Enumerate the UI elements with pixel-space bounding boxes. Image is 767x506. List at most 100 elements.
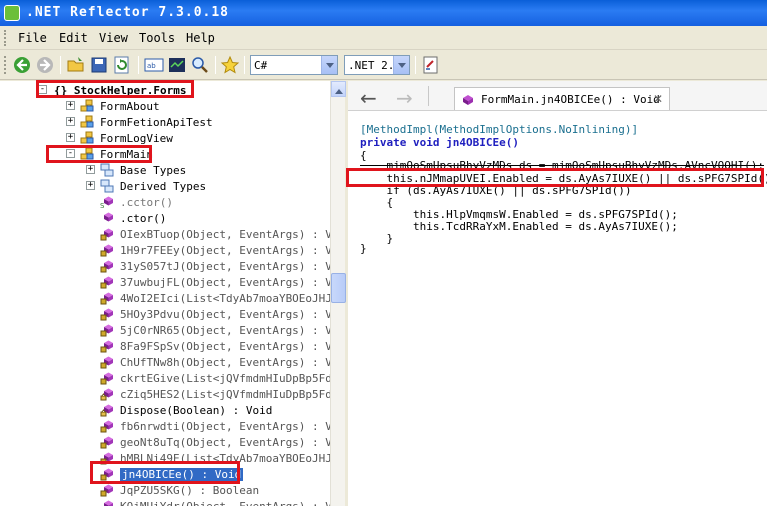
toolbar-separator: [215, 56, 216, 74]
method-protected-icon: [100, 387, 114, 401]
method-private-icon: [100, 499, 114, 506]
tree-node-label: FormAbout: [100, 100, 160, 113]
method-icon: [100, 211, 114, 225]
toolbar-grip: [4, 56, 7, 74]
method-private-icon: [100, 323, 114, 337]
basetypes-icon: [100, 163, 114, 177]
method-private-icon: [100, 355, 114, 369]
tree-node[interactable]: ChUfTNw8h(Object, EventArgs) : Void: [0, 354, 344, 370]
scroll-thumb[interactable]: [331, 273, 346, 303]
tree-node-label: .ctor(): [120, 212, 167, 225]
tree-node-label: geoNt8uTq(Object, EventArgs) : Void: [120, 436, 345, 449]
options-icon[interactable]: [421, 55, 441, 75]
method-private-icon: [100, 371, 114, 385]
language-value: C#: [254, 59, 268, 72]
tree-node-label: ChUfTNw8h(Object, EventArgs) : Void: [120, 356, 345, 369]
menu-bar: File Edit View Tools Help: [0, 26, 767, 50]
tree-node-label: ckrtEGive(List<jQVfmdmHIuDpBp5FdaqX>: [120, 372, 345, 385]
tree-node-label: 4WoI2EIci(List<TdyAb7moaYBOEoJHJwK>: [120, 292, 345, 305]
toolbar-separator: [415, 56, 416, 74]
class-icon: [80, 115, 94, 129]
window-title: .NET Reflector 7.3.0.18: [26, 5, 230, 20]
tree-node[interactable]: + Base Types: [0, 162, 330, 178]
tree-vertical-scrollbar[interactable]: [330, 81, 346, 506]
method-protected-icon: [100, 403, 114, 417]
tree-node[interactable]: geoNt8uTq(Object, EventArgs) : Void: [0, 434, 344, 450]
tree-node[interactable]: JqPZU5SKG() : Boolean: [0, 482, 330, 498]
menu-view[interactable]: View: [99, 31, 128, 45]
highlight-namespace: [36, 80, 194, 98]
tree-node-label: .cctor(): [120, 196, 173, 209]
bookmark-star-icon[interactable]: [220, 55, 240, 75]
tree-node[interactable]: 31yS057tJ(Object, EventArgs) : Void: [0, 258, 344, 274]
menu-grip: [4, 30, 7, 46]
highlight-formmain: [46, 145, 152, 163]
tree-node[interactable]: ckrtEGive(List<jQVfmdmHIuDpBp5FdaqX>: [0, 370, 344, 386]
analyzer-icon[interactable]: [167, 55, 187, 75]
tree-node-label: 1H9r7FEEy(Object, EventArgs) : Void: [120, 244, 345, 257]
expand-icon[interactable]: +: [66, 133, 75, 142]
menu-tools[interactable]: Tools: [139, 31, 175, 45]
tree-node[interactable]: 8Fa9FSpSv(Object, EventArgs) : Void: [0, 338, 344, 354]
tab-formmain-method[interactable]: FormMain.jn4OBICEe() : Void ✕: [454, 87, 670, 110]
nav-back-arrow-icon[interactable]: ←: [360, 86, 377, 110]
code-line: }: [360, 242, 367, 255]
tree-node[interactable]: 4WoI2EIci(List<TdyAb7moaYBOEoJHJwK>: [0, 290, 344, 306]
tab-label: FormMain.jn4OBICEe() : Void: [481, 93, 660, 106]
tree-node[interactable]: 1H9r7FEEy(Object, EventArgs) : Void: [0, 242, 344, 258]
code-line: {: [360, 196, 394, 209]
tree-node[interactable]: Dispose(Boolean) : Void: [0, 402, 330, 418]
back-icon[interactable]: [12, 55, 32, 75]
reflector-app-icon: [4, 5, 20, 21]
language-combo[interactable]: C#: [250, 55, 338, 75]
open-icon[interactable]: [66, 55, 86, 75]
tree-node-label: 37uwbujFL(Object, EventArgs) : Void: [120, 276, 345, 289]
tree-node[interactable]: S .cctor(): [0, 194, 330, 210]
tree-node[interactable]: KOjMUiYdr(Object, EventArgs) : Void: [0, 498, 344, 506]
tree-node[interactable]: 5HOy3Pdvu(Object, EventArgs) : Void: [0, 306, 344, 322]
forward-icon[interactable]: [35, 55, 55, 75]
menu-edit[interactable]: Edit: [59, 31, 88, 45]
method-private-icon: [100, 307, 114, 321]
tree-node[interactable]: + FormLogView: [0, 130, 330, 146]
dropdown-icon[interactable]: [321, 56, 337, 74]
tree-node-label: Dispose(Boolean) : Void: [120, 404, 273, 417]
abc-icon[interactable]: ab: [144, 55, 164, 75]
tree-node-label: 5HOy3Pdvu(Object, EventArgs) : Void: [120, 308, 345, 321]
nav-forward-arrow-icon[interactable]: →: [396, 86, 413, 110]
method-private-icon: [100, 243, 114, 257]
framework-combo[interactable]: .NET 2.0: [344, 55, 410, 75]
method-private-icon: [100, 435, 114, 449]
method-private-icon: [100, 275, 114, 289]
tree-node[interactable]: .ctor(): [0, 210, 330, 226]
search-icon[interactable]: [190, 55, 210, 75]
close-icon[interactable]: ✕: [653, 92, 663, 106]
tree-node-label: 5jC0rNR65(Object, EventArgs) : Void: [120, 324, 345, 337]
tree-node[interactable]: 37uwbujFL(Object, EventArgs) : Void: [0, 274, 344, 290]
tree-node[interactable]: 5jC0rNR65(Object, EventArgs) : Void: [0, 322, 344, 338]
tree-node[interactable]: + Derived Types: [0, 178, 330, 194]
svg-text:S: S: [100, 202, 105, 209]
tree-node[interactable]: cZiq5HES2(List<jQVfmdmHIuDpBp5FdaqX>: [0, 386, 344, 402]
tree-node[interactable]: + FormFetionApiTest: [0, 114, 330, 130]
tree-node-label: FormLogView: [100, 132, 173, 145]
save-icon[interactable]: [89, 55, 109, 75]
tree-node[interactable]: + FormAbout: [0, 98, 330, 114]
method-static-icon: S: [100, 195, 114, 210]
tree-node[interactable]: OIexBTuop(Object, EventArgs) : Void: [0, 226, 344, 242]
menu-help[interactable]: Help: [186, 31, 215, 45]
tree-node-label: 31yS057tJ(Object, EventArgs) : Void: [120, 260, 345, 273]
tree-node-label: 8Fa9FSpSv(Object, EventArgs) : Void: [120, 340, 345, 353]
expand-icon[interactable]: +: [66, 117, 75, 126]
scroll-up-arrow-icon[interactable]: [331, 81, 346, 97]
code-line: private void jn4OBICEe(): [360, 136, 519, 149]
expand-icon[interactable]: +: [66, 101, 75, 110]
dropdown-icon[interactable]: [393, 56, 409, 74]
title-bar: .NET Reflector 7.3.0.18: [0, 0, 767, 26]
menu-file[interactable]: File: [18, 31, 47, 45]
expand-icon[interactable]: +: [86, 181, 95, 190]
code-line: this.TcdRRaYxM.Enabled = ds.AyAs7IUXE();: [360, 220, 678, 233]
refresh-icon[interactable]: [112, 55, 132, 75]
expand-icon[interactable]: +: [86, 165, 95, 174]
tree-node[interactable]: fb6nrwdti(Object, EventArgs) : Void: [0, 418, 344, 434]
